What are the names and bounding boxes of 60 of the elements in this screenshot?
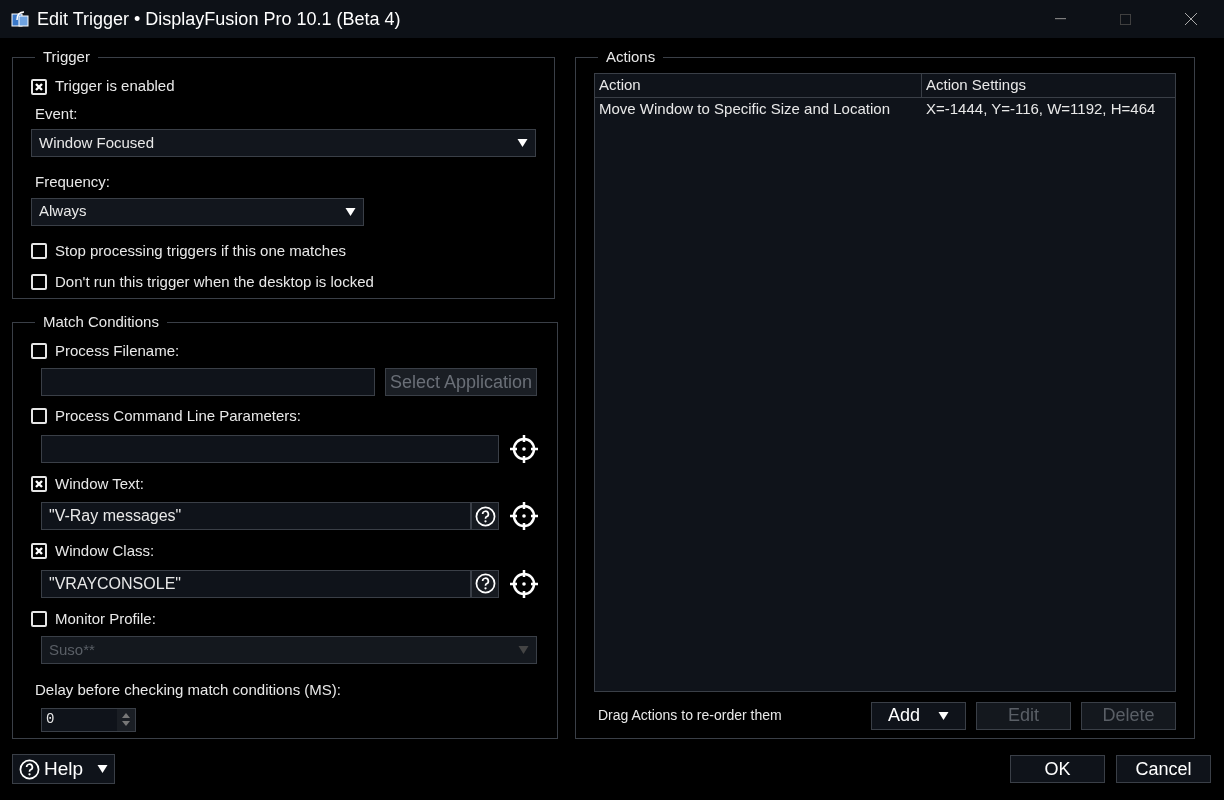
caret-icon <box>97 765 109 773</box>
question-icon <box>474 573 496 594</box>
x-mark-icon <box>34 81 44 92</box>
delay-spinner[interactable]: 0 <box>41 707 136 732</box>
checkbox-label: Monitor Profile: <box>55 608 156 629</box>
group-title: Actions <box>605 47 657 67</box>
checkbox-label: Process Command Line Parameters: <box>55 406 301 426</box>
field-label: Event: <box>35 103 79 124</box>
checkbox-label: Trigger is enabled <box>55 76 175 97</box>
checkbox[interactable] <box>31 242 47 259</box>
field-label: Delay before checking match conditions (MS): <box>35 680 342 700</box>
up-arrow-icon[interactable] <box>122 713 130 718</box>
checkbox[interactable] <box>31 78 47 95</box>
table-cell-text: Move Window to Specific Size and Location <box>598 99 891 120</box>
checkbox[interactable] <box>31 543 47 560</box>
action-button[interactable]: Add <box>871 701 966 730</box>
field-label: Frequency: <box>35 172 112 192</box>
column-header[interactable]: Action <box>595 73 922 97</box>
input-field[interactable] <box>41 368 375 396</box>
checkbox-label: Don't run this trigger when the desktop is locked <box>55 272 374 292</box>
close-icon[interactable] <box>1185 13 1197 25</box>
question-icon <box>19 758 40 780</box>
dialog-button[interactable]: OK <box>1010 755 1105 783</box>
group-title: Match Conditions <box>42 312 160 332</box>
crosshair-icon[interactable] <box>509 433 539 464</box>
table-cell-text: X=-1444, Y=-116, W=1192, H=464 <box>925 99 1157 120</box>
caret-icon <box>938 711 949 720</box>
checkbox[interactable] <box>31 475 47 492</box>
caret-icon <box>345 207 356 216</box>
window-title: Edit Trigger • DisplayFusion Pro 10.1 (Beta 4) <box>37 7 401 31</box>
crosshair-icon[interactable] <box>509 501 539 531</box>
checkbox[interactable] <box>31 342 47 359</box>
group-title: Trigger <box>42 47 91 67</box>
x-mark-icon <box>34 546 44 557</box>
hint-text: Drag Actions to re-order them <box>598 706 783 725</box>
help-menu-button[interactable]: Help <box>12 754 116 784</box>
minimize-icon[interactable] <box>1055 18 1066 20</box>
input-field[interactable] <box>41 434 499 463</box>
crosshair-icon[interactable] <box>509 568 539 599</box>
caret-icon <box>518 646 529 654</box>
input-field[interactable]: "V-Ray messages" <box>41 502 471 530</box>
dialog-button[interactable]: Cancel <box>1116 755 1211 783</box>
checkbox[interactable] <box>31 274 47 291</box>
event-dropdown[interactable]: Window Focused <box>31 129 536 157</box>
x-mark-icon <box>34 478 44 489</box>
caret-icon <box>517 139 528 147</box>
input-field[interactable]: "VRAYCONSOLE" <box>41 569 471 598</box>
checkbox-label: Stop processing triggers if this one matches <box>55 240 346 261</box>
frequency-dropdown[interactable]: Always <box>31 197 364 226</box>
app-icon <box>11 10 29 28</box>
down-arrow-icon[interactable] <box>122 721 130 726</box>
checkbox-label: Process Filename: <box>55 340 180 361</box>
question-icon <box>474 505 496 527</box>
help-button[interactable] <box>471 569 499 598</box>
checkbox-label: Window Class: <box>55 541 155 561</box>
action-row[interactable]: Move Window to Specific Size and Location X=-1444, Y=-116, W=1192, H=464 <box>595 97 1175 122</box>
checkbox-label: Window Text: <box>55 473 144 494</box>
column-header[interactable]: Action Settings <box>922 73 1175 97</box>
checkbox[interactable] <box>31 408 47 425</box>
help-button[interactable] <box>471 502 499 530</box>
